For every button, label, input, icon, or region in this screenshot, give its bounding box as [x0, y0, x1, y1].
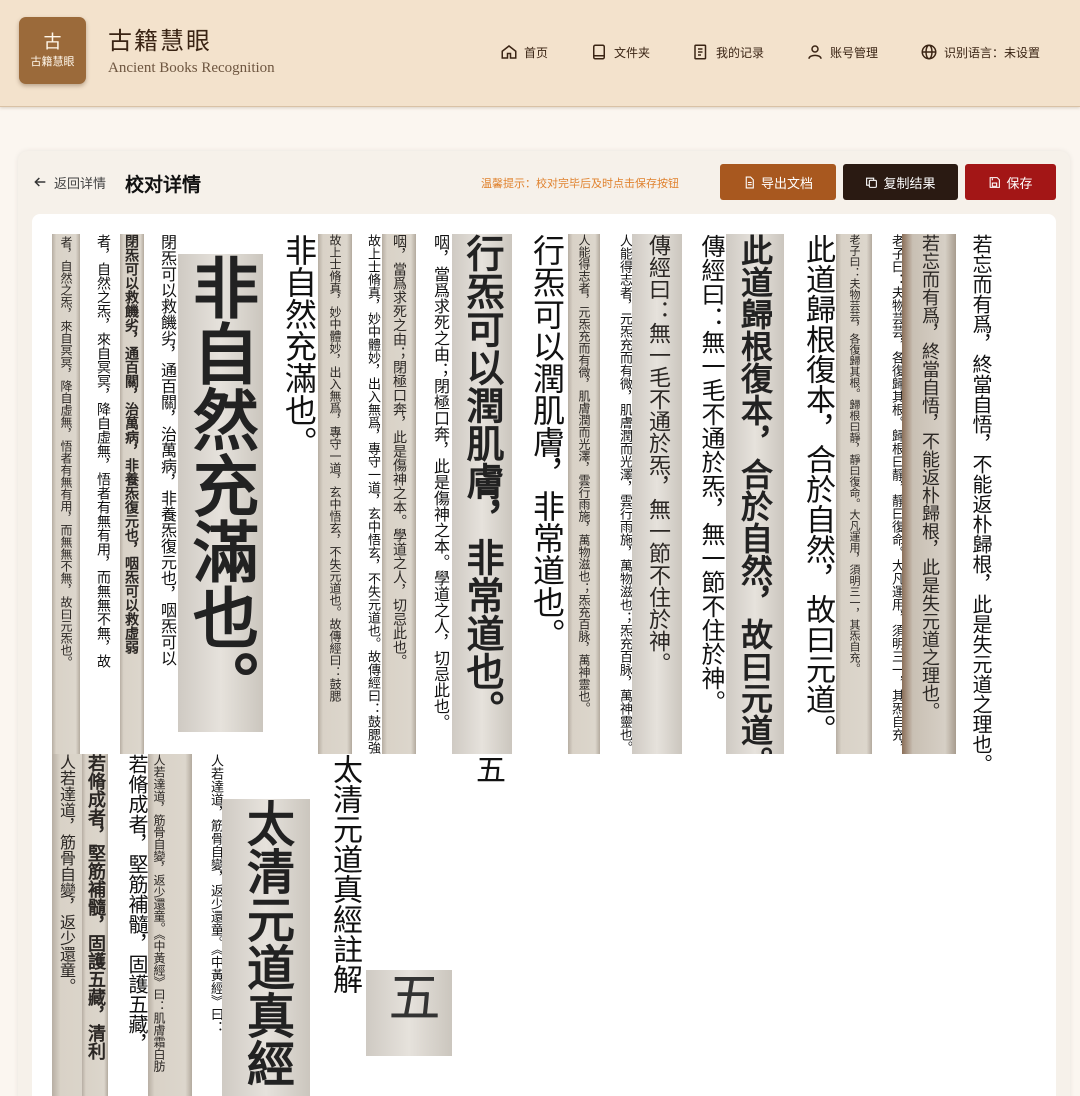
ocr-text: 者，自然之炁，來自冥冥，降自虛無，悟者有無有用，而無無不無，故: [95, 234, 111, 668]
scan-text: 者，自然之炁，來自冥冥，降自虛無，悟者有無有用，而無無不無，故曰元炁也。: [59, 236, 73, 668]
nav-account[interactable]: 账号管理: [806, 40, 878, 64]
scan-text: 太清元道真經: [238, 799, 294, 1087]
nav-records[interactable]: 我的记录: [692, 40, 764, 64]
scan-text: 人能得志者，元炁充而有微，肌膚潤而光澤，雲行雨施，萬物滋也；炁充百脉，萬神靈也。: [577, 234, 591, 714]
nav-folder[interactable]: 文件夹: [590, 40, 650, 64]
nav-language-label: 识别语言：未设置: [944, 45, 1041, 60]
nav-records-label: 我的记录: [716, 45, 765, 60]
scan-text: 老子曰：夫物芸芸，各復歸其根。歸根曰靜，靜曰復命。大凡運用，須明三一，其炁自充。: [848, 234, 861, 674]
book-icon: [593, 44, 605, 60]
ocr-column[interactable]: 非自然充滿也。: [280, 234, 318, 498]
page-title: 校对详情: [125, 174, 202, 196]
scan-column[interactable]: 人能得志者，元炁充而有微，肌膚潤而光澤，雲行雨施，萬物滋也；炁充百脉，萬神靈也。: [568, 234, 600, 754]
records-icon: [694, 44, 707, 60]
ocr-column[interactable]: 若忘而有爲，終當自悟，不能返朴歸根，此是失元道之理也。: [968, 234, 994, 830]
user-icon: [808, 45, 822, 59]
scan-text: 故上士脩真，妙中體妙，出入無爲，專守一道，玄中悟玄，不失元道也。故傳經曰：鼓腮: [328, 234, 342, 702]
ocr-text: 故上士脩真，妙中體妙，出入無爲，專守一道，玄中悟玄，不失元道也。故傳經曰：鼓腮強: [365, 234, 380, 754]
ocr-text: 此道歸根復本，合於自然，故曰元道。: [800, 234, 835, 744]
scan-column[interactable]: 人若達道，筋骨自變，返少還童。《中黃經》曰：肌膚霜白肪: [148, 754, 192, 1096]
scan-text: 五: [379, 970, 439, 1022]
ocr-text: 若脩成者，堅筋補髓，固護五藏，: [125, 754, 149, 1054]
save-icon: [990, 176, 1001, 188]
ocr-column[interactable]: 故上士脩真，妙中體妙，出入無爲，專守一道，玄中悟玄，不失元道也。故傳經曰：鼓腮強: [362, 234, 382, 874]
scan-text: 傳經曰：無一毛不通於炁，無一節不住於神。: [645, 234, 670, 674]
back-button[interactable]: 返回详情: [32, 172, 106, 192]
save-button[interactable]: 保存: [965, 164, 1056, 200]
nav-account-label: 账号管理: [830, 45, 879, 60]
document-icon: [745, 176, 754, 188]
ocr-text: 閉炁可以救饑劣，通百關，治萬病，非養炁復元也，咽炁可以: [158, 234, 177, 666]
copy-button[interactable]: 复制结果: [843, 164, 958, 200]
scan-column[interactable]: 若脩成者，堅筋補髓，固護五藏，清利: [82, 754, 108, 1096]
ocr-column[interactable]: 人能得志者，元炁充而有微，肌膚潤而光澤，雲行雨施，萬物滋也；炁充百脉，萬神靈也。: [614, 234, 634, 874]
ocr-column[interactable]: 行炁可以潤肌膚，非常道也。: [528, 234, 566, 724]
export-label: 导出文档: [760, 176, 813, 192]
proofread-canvas: 者，自然之炁，來自冥冥，降自虛無，悟者有無有用，而無無不無，故曰元炁也。 者，自…: [32, 214, 1056, 1096]
copy-icon: [866, 177, 878, 188]
ocr-text: 太清元道真經註解: [327, 754, 362, 994]
home-icon: [501, 45, 517, 59]
scan-text: 人若達道，筋骨自變，返少還童。: [57, 754, 76, 994]
ocr-text: 傳經曰：無一毛不通於炁，無一節不住於神。: [697, 234, 725, 714]
nav-home[interactable]: 首页: [500, 40, 548, 64]
export-button[interactable]: 导出文档: [720, 164, 836, 200]
scan-column[interactable]: 若忘而有爲，終當自悟，不能返朴歸根，此是失元道之理也。: [902, 234, 956, 754]
save-label: 保存: [1006, 176, 1033, 192]
ocr-column[interactable]: 者，自然之炁，來自冥冥，降自虛無，悟者有無有用，而無無不無，故: [92, 234, 116, 754]
nav-folder-label: 文件夹: [614, 45, 651, 60]
ocr-text: 五: [470, 754, 505, 784]
ocr-text: 非自然充滿也。: [280, 234, 318, 458]
scan-text: 人若達道，筋骨自變，返少還童。《中黃經》曰：肌膚霜白肪: [152, 754, 166, 1072]
ocr-char[interactable]: 五: [469, 754, 505, 794]
scan-text: 行炁可以潤肌膚，非常道也。: [460, 234, 505, 728]
ocr-text: 若忘而有爲，終當自悟，不能返朴歸根，此是失元道之理也。: [969, 234, 993, 774]
copy-label: 复制结果: [883, 176, 936, 192]
scan-column[interactable]: 行炁可以潤肌膚，非常道也。: [452, 234, 512, 754]
scan-column[interactable]: 傳經曰：無一毛不通於炁，無一節不住於神。: [632, 234, 682, 754]
app-subtitle: Ancient Books Recognition: [108, 60, 275, 76]
logo-glyph: 古: [43, 31, 62, 53]
ocr-column[interactable]: 太清元道真經註解: [326, 754, 362, 1054]
scan-text: 若脩成者，堅筋補髓，固護五藏，清利: [85, 754, 106, 1060]
scan-text: 此道歸根復本，合於自然，故曰元道。: [736, 234, 774, 754]
app-logo[interactable]: 古 古籍慧眼: [19, 17, 86, 84]
scan-text: 閉炁可以救饑劣，通百關，治萬病，非養炁復元也，咽炁可以救虛弱: [123, 234, 139, 654]
nav-language[interactable]: 识别语言：未设置: [920, 40, 1040, 64]
ocr-text: 咽，當爲求死之由；閉極口奔，此是傷神之本。學道之人，切忌此也。: [431, 234, 450, 730]
back-label: 返回详情: [54, 176, 107, 192]
scan-column[interactable]: 老子曰：夫物芸芸，各復歸其根。歸根曰靜，靜曰復命。大凡運用，須明三一，其炁自充。: [836, 234, 872, 754]
ocr-text: 行炁可以潤肌膚，非常道也。: [528, 234, 566, 650]
scan-char[interactable]: 五: [366, 970, 452, 1056]
scan-text: 咽，當爲求死之由；閉極口奔，此是傷神之本。學道之人，切忌此也。: [391, 234, 407, 668]
ocr-column[interactable]: 閉炁可以救饑劣，通百關，治萬病，非養炁復元也，咽炁可以: [156, 234, 178, 754]
ocr-column[interactable]: 咽，當爲求死之由；閉極口奔，此是傷神之本。學道之人，切忌此也。: [428, 234, 452, 834]
scan-text: 非自然充滿也。: [182, 254, 260, 716]
ocr-text: 人能得志者，元炁充而有微，肌膚潤而光澤，雲行雨施，萬物滋也；炁充百脉，萬神靈也。: [617, 234, 632, 754]
scan-column[interactable]: 咽，當爲求死之由；閉極口奔，此是傷神之本。學道之人，切忌此也。: [382, 234, 416, 754]
nav-home-label: 首页: [524, 45, 549, 60]
scan-text: 若忘而有爲，終當自悟，不能返朴歸根，此是失元道之理也。: [919, 234, 940, 720]
ocr-column[interactable]: 此道歸根復本，合於自然，故曰元道。: [798, 234, 836, 800]
scan-column[interactable]: 太清元道真經: [222, 799, 310, 1096]
app-title: 古籍慧眼: [108, 27, 212, 55]
arrow-left-icon: [34, 177, 46, 187]
ocr-column[interactable]: 若脩成者，堅筋補髓，固護五藏，: [124, 754, 150, 1096]
scan-column[interactable]: 者，自然之炁，來自冥冥，降自虛無，悟者有無有用，而無無不無，故曰元炁也。: [52, 234, 80, 754]
scan-column[interactable]: 故上士脩真，妙中體妙，出入無爲，專守一道，玄中悟玄，不失元道也。故傳經曰：鼓腮: [318, 234, 352, 754]
ocr-column[interactable]: 傳經曰：無一毛不通於炁，無一節不住於神。: [696, 234, 726, 810]
scan-column[interactable]: 非自然充滿也。: [178, 254, 263, 732]
globe-icon: [921, 44, 937, 60]
scan-column[interactable]: 此道歸根復本，合於自然，故曰元道。: [726, 234, 784, 754]
scan-column[interactable]: 閉炁可以救饑劣，通百關，治萬病，非養炁復元也，咽炁可以救虛弱: [120, 234, 144, 754]
logo-text: 古籍慧眼: [30, 54, 75, 68]
save-tip: 温馨提示：校对完毕后及时点击保存按钮: [481, 177, 679, 190]
